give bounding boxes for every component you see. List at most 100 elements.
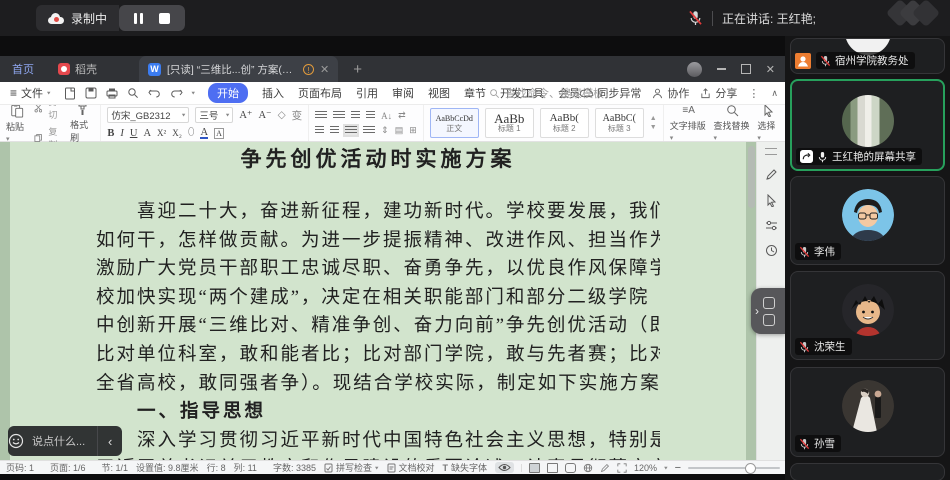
close-tab-icon[interactable]: ✕ [320,63,329,76]
font-size-select[interactable]: 三号 ▾ [195,107,234,123]
doc-proof-button[interactable]: 文档校对 [387,461,435,474]
collaborate-button[interactable]: 协作 [652,85,689,101]
shading-icon[interactable]: ▤ [395,125,404,136]
view-page-icon[interactable] [529,462,541,473]
increase-font-icon[interactable]: A⁺ [239,109,252,121]
eye-protection-button[interactable] [495,462,515,473]
style-heading2[interactable]: AaBb( 标题 2 [539,108,589,138]
align-center-icon[interactable] [330,126,340,135]
flyout-expand-icon[interactable]: › [755,304,759,318]
toolbar-drag-handle[interactable] [765,148,777,155]
select-cursor-icon[interactable] [766,194,777,207]
tab-review[interactable]: 审阅 [392,85,414,101]
participant-tile-screen-share[interactable]: 王红艳的屏幕共享 [790,79,945,171]
chat-placeholder[interactable]: 说点什么... [32,433,85,449]
format-painter-button[interactable]: 格式刷 [70,102,94,144]
align-distribute-icon[interactable] [363,126,376,135]
styles-down-icon[interactable]: ▼ [650,124,657,131]
superscript-button[interactable]: X² [157,128,166,138]
tab-start[interactable]: 开始 [208,83,249,103]
redo-icon[interactable] [170,88,183,99]
pause-recording-button[interactable] [134,12,144,24]
undo-dropdown-icon[interactable]: ▾ [192,90,196,97]
restore-icon[interactable] [740,64,751,74]
emoji-smiley-icon[interactable] [8,433,24,449]
print-icon[interactable] [106,87,118,99]
sort-icon[interactable]: A↓ [381,111,392,121]
border-icon[interactable]: ⊞ [409,125,417,136]
save-icon[interactable] [85,87,97,99]
share-button[interactable]: 分享 [700,85,737,101]
zoom-slider-knob[interactable] [745,462,757,474]
style-normal[interactable]: AaBbCcDd 正文 [429,108,479,138]
style-heading3[interactable]: AaBbC( 标题 3 [594,108,644,138]
font-color-button[interactable]: A [200,127,209,139]
styles-up-icon[interactable]: ▲ [650,115,657,122]
bold-button[interactable]: B [107,128,114,139]
participant-tile-partial[interactable] [790,463,945,480]
style-heading1[interactable]: AaBb 标题 1 [484,108,534,138]
user-avatar[interactable] [686,61,702,77]
fit-page-icon[interactable] [617,462,627,473]
flyout-tool-icon[interactable] [763,313,775,326]
view-web-icon[interactable] [583,463,593,473]
spell-check-button[interactable]: 拼写检查 ▾ [324,461,379,474]
clear-format-icon[interactable]: ◇ [278,109,286,121]
participant-tile[interactable]: 宿州学院教务处 [790,38,945,74]
adjust-sliders-icon[interactable] [765,220,778,231]
view-read-icon[interactable] [565,462,577,473]
text-layout-button[interactable]: ≡A 文字排版 ▾ [670,105,708,142]
zoom-level[interactable]: 120% [634,463,657,473]
undo-icon[interactable] [147,88,161,99]
underline-button[interactable]: U [130,128,138,139]
history-clock-icon[interactable] [765,244,778,257]
font-color-a-button[interactable]: A [143,128,151,139]
missing-font-button[interactable]: T 缺失字体 [443,461,488,474]
tab-document[interactable]: W [只读] “三维比...创” 方案(定稿) ! ✕ [139,56,339,82]
new-doc-icon[interactable] [64,87,76,100]
tab-references[interactable]: 引用 [356,85,378,101]
zoom-dropdown-icon[interactable]: ▾ [664,464,668,471]
italic-button[interactable]: I [120,128,124,139]
pen-edit-icon[interactable] [765,168,778,181]
participant-tile[interactable]: 李伟 [790,176,945,265]
tab-docer[interactable]: 稻壳 [58,61,97,77]
view-outline-icon[interactable] [547,462,559,473]
phonetic-guide-icon[interactable]: 变 [292,108,303,123]
decrease-indent-icon[interactable] [351,111,361,120]
participant-tile[interactable]: 沈荣生 [790,271,945,360]
font-name-select[interactable]: 仿宋_GB2312 ▾ [107,107,190,123]
participant-tile[interactable]: 孙雪 [790,367,945,457]
paste-button[interactable]: 粘贴 ▾ [6,103,28,143]
align-left-icon[interactable] [315,126,325,135]
number-list-icon[interactable] [333,111,346,120]
select-button[interactable]: 选择 ▾ [757,104,779,142]
close-window-icon[interactable]: ✕ [766,63,775,76]
print-preview-icon[interactable] [127,87,139,99]
sync-error-button[interactable]: 同步异常 [580,85,641,101]
tab-view[interactable]: 视图 [428,85,450,101]
tab-insert[interactable]: 插入 [262,85,284,101]
tab-section[interactable]: 章节 [464,85,486,101]
chat-collapse-icon[interactable]: ‹ [98,434,122,449]
zoom-out-button[interactable]: − [675,462,681,473]
chat-input-pill[interactable]: 说点什么... ‹ [8,426,123,456]
file-menu[interactable]: ≡ 文件 ▾ [10,85,51,101]
line-spacing-icon[interactable]: ⇕ [381,125,389,136]
char-border-button[interactable]: A [214,127,224,139]
ink-pen-icon[interactable] [600,463,610,473]
collapse-ribbon-icon[interactable]: ∧ [771,88,778,99]
more-menu-icon[interactable]: ⋮ [748,87,760,100]
scrollbar-thumb[interactable] [748,146,755,208]
tab-home[interactable]: 首页 [12,61,34,77]
bullet-list-icon[interactable] [315,111,328,120]
decrease-font-icon[interactable]: A⁻ [258,109,271,121]
minimize-icon[interactable] [716,68,726,70]
increase-indent-icon[interactable] [366,111,376,120]
stop-recording-button[interactable] [159,12,171,24]
tab-page-layout[interactable]: 页面布局 [298,85,342,101]
subscript-button[interactable]: X₂ [172,128,182,138]
new-tab-button[interactable]: + [353,61,362,78]
direction-icon[interactable]: ⇄ [398,110,406,121]
zoom-slider[interactable] [688,462,781,474]
